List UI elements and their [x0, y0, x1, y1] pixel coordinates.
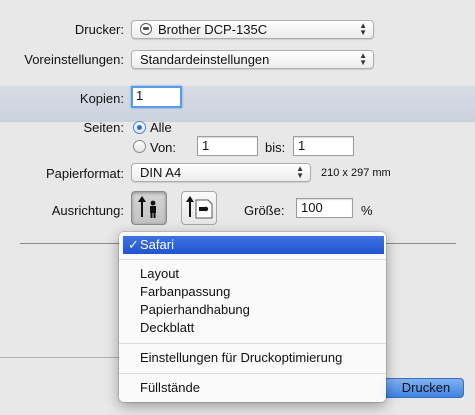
checkmark-icon: ✓	[128, 237, 139, 252]
panel-popup-menu: ✓ Safari Layout Farbanpassung Papierhand…	[119, 232, 386, 402]
copies-field[interactable]: 1	[131, 86, 182, 108]
menu-separator	[119, 373, 386, 374]
pages-all-radio[interactable]	[133, 121, 146, 134]
popup-arrows-icon: ▲ ▼	[359, 21, 367, 37]
print-button[interactable]: Drucken	[380, 378, 464, 398]
popup-arrows-icon: ▲ ▼	[359, 51, 367, 67]
scale-label: Größe:	[244, 203, 285, 218]
popup-arrows-icon: ▲ ▼	[296, 164, 304, 180]
menu-item-cover-page[interactable]: Deckblatt	[119, 319, 386, 337]
pages-from-label: Von:	[150, 140, 177, 155]
menu-item-color-matching[interactable]: Farbanpassung	[119, 283, 386, 301]
menu-separator	[119, 343, 386, 344]
presets-value: Standardeinstellungen	[140, 52, 270, 67]
printer-popup[interactable]: Brother DCP-135C ▲ ▼	[131, 20, 374, 39]
menu-item-supply-levels[interactable]: Füllstände	[119, 379, 386, 397]
menu-item-paper-handling[interactable]: Papierhandhabung	[119, 301, 386, 319]
pages-range-radio[interactable]	[133, 140, 146, 153]
orientation-label: Ausrichtung:	[51, 203, 124, 218]
printer-icon	[140, 23, 152, 35]
copies-label: Kopien:	[79, 91, 124, 106]
presets-label: Voreinstellungen:	[24, 52, 124, 67]
menu-item-safari[interactable]: ✓ Safari	[123, 236, 384, 254]
pages-from-field[interactable]: 1	[197, 136, 258, 156]
portrait-icon	[138, 196, 156, 218]
scale-field[interactable]: 100	[296, 198, 353, 218]
printer-label: Drucker:	[74, 22, 124, 37]
paper-popup[interactable]: DIN A4 ▲ ▼	[131, 163, 311, 182]
section-divider	[386, 243, 456, 244]
menu-item-layout[interactable]: Layout	[119, 265, 386, 283]
pages-label: Seiten:	[83, 120, 124, 135]
bottom-divider	[0, 357, 119, 358]
scale-unit: %	[361, 203, 373, 218]
landscape-orientation-button[interactable]	[181, 191, 217, 225]
portrait-orientation-button[interactable]	[131, 191, 167, 225]
presets-popup[interactable]: Standardeinstellungen ▲ ▼	[131, 50, 374, 69]
paper-value: DIN A4	[140, 165, 182, 180]
pages-all-label: Alle	[150, 120, 172, 135]
menu-item-print-optimization[interactable]: Einstellungen für Druckoptimierung	[119, 349, 386, 367]
menu-item-label: Safari	[140, 237, 174, 252]
printer-value: Brother DCP-135C	[158, 22, 268, 37]
pages-to-field[interactable]: 1	[293, 136, 354, 156]
paper-dimensions: 210 x 297 mm	[321, 167, 391, 179]
pages-to-label: bis:	[265, 140, 286, 155]
menu-separator	[119, 259, 386, 260]
paper-label: Papierformat:	[45, 166, 124, 181]
section-divider	[20, 243, 119, 244]
landscape-icon	[186, 196, 213, 219]
